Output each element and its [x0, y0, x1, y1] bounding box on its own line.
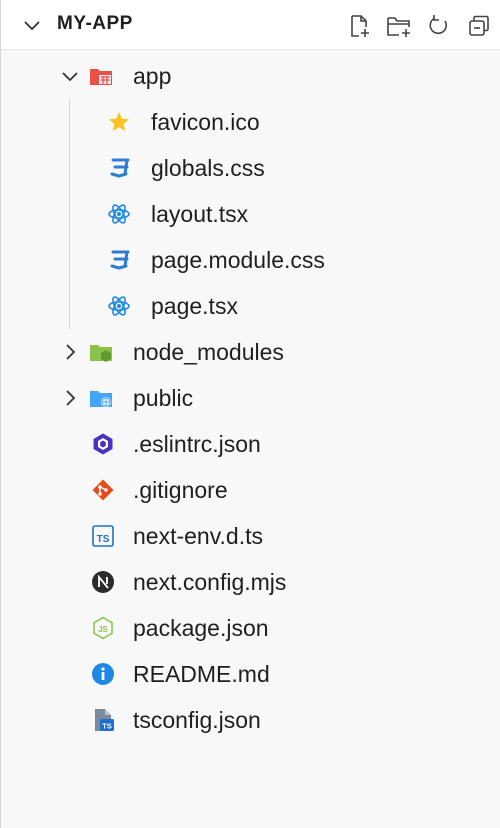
tree-file-row[interactable]: .eslintrc.json	[1, 421, 500, 467]
new-folder-icon	[387, 17, 410, 37]
tree-item-label: favicon.ico	[151, 109, 260, 135]
collapse-all-button[interactable]	[463, 10, 495, 42]
chevron-right-icon[interactable]	[59, 341, 81, 363]
tree-item-label: public	[133, 385, 194, 411]
tree-item-label: app	[133, 63, 172, 89]
info-icon	[92, 663, 114, 685]
react-icon	[108, 204, 130, 224]
tree-item-label: page.tsx	[151, 293, 238, 319]
tree-item-label: next.config.mjs	[133, 569, 287, 595]
tree-item-label: README.md	[133, 661, 270, 687]
chevron-right-icon[interactable]	[59, 387, 81, 409]
new-file-button[interactable]	[343, 10, 375, 42]
tree-item-label: layout.tsx	[151, 201, 249, 227]
chevron-down-icon[interactable]	[21, 14, 43, 36]
tree-folder-row[interactable]: app	[1, 53, 500, 99]
tree-item-label: package.json	[133, 615, 269, 641]
new-folder-button[interactable]	[383, 10, 415, 42]
tree-file-row[interactable]: favicon.ico	[1, 99, 500, 145]
tree-file-row[interactable]: page.tsx	[1, 283, 500, 329]
refresh-icon	[429, 15, 448, 35]
tree-file-row[interactable]: JS package.json	[1, 605, 500, 651]
tree-item-label: next-env.d.ts	[133, 523, 263, 549]
tree-item-label: .eslintrc.json	[133, 431, 261, 457]
folder-public-icon	[90, 391, 112, 407]
file-explorer: MY-APP app favicon.ico globals.css layou…	[0, 0, 500, 828]
tree-file-row[interactable]: TS tsconfig.json	[1, 697, 500, 743]
star-icon	[109, 112, 129, 131]
explorer-header: MY-APP	[1, 0, 500, 50]
chevron-down-icon[interactable]	[59, 65, 81, 87]
tree-file-row[interactable]: page.module.css	[1, 237, 500, 283]
svg-text:TS: TS	[102, 722, 112, 731]
collapse-all-icon	[469, 15, 489, 36]
tree-file-row[interactable]: next.config.mjs	[1, 559, 500, 605]
tree-item-label: page.module.css	[151, 247, 325, 273]
file-tree: app favicon.ico globals.css layout.tsx page.…	[1, 53, 500, 743]
css-icon	[110, 158, 130, 178]
tree-item-label: tsconfig.json	[133, 707, 261, 733]
explorer-actions	[343, 10, 495, 42]
eslint-icon	[93, 433, 113, 455]
tree-file-row[interactable]: .gitignore	[1, 467, 500, 513]
tree-file-row[interactable]: TS next-env.d.ts	[1, 513, 500, 559]
workspace-title[interactable]: MY-APP	[57, 13, 133, 35]
tree-item-label: node_modules	[133, 339, 284, 365]
new-file-icon	[351, 15, 369, 37]
git-icon	[92, 479, 114, 501]
svg-text:TS: TS	[97, 534, 110, 545]
refresh-button[interactable]	[423, 10, 455, 42]
nextjs-icon	[92, 571, 114, 593]
tree-item-label: .gitignore	[133, 477, 228, 503]
svg-text:JS: JS	[98, 625, 108, 634]
tree-folder-row[interactable]: public	[1, 375, 500, 421]
css-icon	[110, 250, 130, 270]
tree-file-row[interactable]: globals.css	[1, 145, 500, 191]
react-icon	[108, 296, 130, 316]
tree-item-label: globals.css	[151, 155, 265, 181]
folder-node-icon	[90, 345, 112, 362]
nodejs-icon: JS	[93, 616, 113, 640]
tree-file-row[interactable]: layout.tsx	[1, 191, 500, 237]
tsconfig-icon: TS	[95, 709, 114, 731]
typescript-icon: TS	[92, 525, 114, 547]
folder-app-icon	[90, 69, 112, 85]
tree-file-row[interactable]: README.md	[1, 651, 500, 697]
tree-folder-row[interactable]: node_modules	[1, 329, 500, 375]
